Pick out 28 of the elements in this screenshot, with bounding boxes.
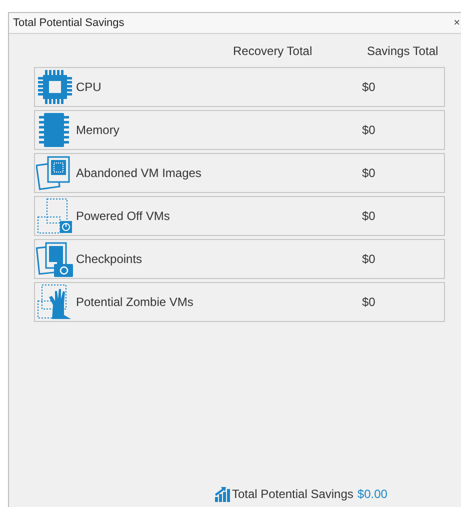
savings-value: $0 <box>362 209 376 223</box>
category-row[interactable]: Checkpoints $0 <box>34 239 445 279</box>
category-row[interactable]: Abandoned VM Images $0 <box>34 153 445 193</box>
category-row[interactable]: Potential Zombie VMs $0 <box>34 282 445 322</box>
category-label: Memory <box>76 123 120 137</box>
total-label: Total Potential Savings <box>232 487 354 501</box>
cpu-icon <box>36 68 74 106</box>
total-value: $0.00 <box>357 487 388 501</box>
close-button[interactable]: × <box>452 17 461 29</box>
column-header: Recovery Total <box>233 44 312 58</box>
savings-value: $0 <box>362 252 376 266</box>
savings-value: $0 <box>362 123 376 137</box>
savings-value: $0 <box>362 295 376 309</box>
category-label: Checkpoints <box>76 252 144 266</box>
category-label: Potential Zombie VMs <box>76 295 194 309</box>
column-header: Savings Total <box>367 44 438 58</box>
savings-value: $0 <box>362 166 376 180</box>
bar-chart-icon <box>214 486 230 502</box>
category-row[interactable]: CPU $0 <box>34 67 445 107</box>
category-label: Powered Off VMs <box>76 209 171 223</box>
category-label: CPU <box>76 80 102 94</box>
dotted-squares-power-icon <box>36 197 74 235</box>
window-title: Total Potential Savings <box>13 17 124 29</box>
category-row[interactable]: Memory $0 <box>34 110 445 150</box>
category-label: Abandoned VM Images <box>76 166 202 180</box>
savings-value: $0 <box>362 80 376 94</box>
category-row[interactable]: Powered Off VMs $0 <box>34 196 445 236</box>
pictures-camera-icon <box>36 240 74 278</box>
